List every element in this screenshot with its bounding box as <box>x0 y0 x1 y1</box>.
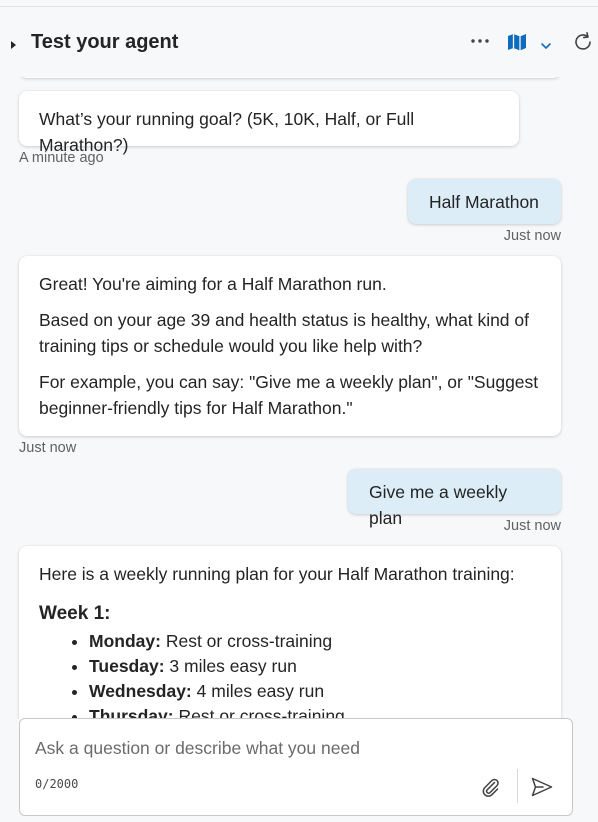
timestamp: Just now <box>19 440 77 456</box>
message-text: Give me a weekly plan <box>369 482 508 528</box>
message-paragraph: For example, you can say: "Give me a wee… <box>39 372 539 418</box>
plan-text: 3 miles easy run <box>169 656 297 676</box>
message-paragraph: Based on your age 39 and health status i… <box>39 310 529 356</box>
chevron-down-icon[interactable] <box>540 37 552 55</box>
header: Test your agent <box>0 7 598 77</box>
week-heading: Week 1: <box>39 603 111 624</box>
caret-right-icon[interactable] <box>10 37 17 55</box>
plan-day: Tuesday: <box>89 656 165 676</box>
message-text: What’s your running goal? (5K, 10K, Half… <box>39 109 415 155</box>
plan-list: Monday: Rest or cross-training Tuesday: … <box>39 629 541 719</box>
user-message: Give me a weekly plan <box>348 469 561 528</box>
bot-message: What’s your running goal? (5K, 10K, Half… <box>19 91 519 155</box>
message-composer[interactable]: Ask a question or describe what you need… <box>19 718 573 816</box>
message-input[interactable]: Ask a question or describe what you need <box>35 738 360 759</box>
message-paragraph: Great! You're aiming for a Half Marathon… <box>39 274 387 294</box>
message-text: Half Marathon <box>429 192 539 212</box>
chat-transcript[interactable]: What’s your running goal? (5K, 10K, Half… <box>0 77 598 719</box>
refresh-icon[interactable] <box>572 31 594 58</box>
plan-text: Rest or cross-training <box>165 631 333 651</box>
plan-item: Thursday: Rest or cross-training <box>89 704 541 719</box>
message-intro: Here is a weekly running plan for your H… <box>39 564 515 584</box>
timestamp: Just now <box>503 228 561 244</box>
page-title: Test your agent <box>31 31 179 53</box>
plan-item: Tuesday: 3 miles easy run <box>89 654 541 679</box>
map-icon[interactable] <box>506 31 528 53</box>
timestamp: Just now <box>503 518 561 534</box>
bot-message: Here is a weekly running plan for your H… <box>19 546 561 719</box>
character-counter: 0/2000 <box>35 777 79 791</box>
send-icon[interactable] <box>530 776 554 803</box>
paperclip-icon[interactable] <box>480 776 502 803</box>
plan-day: Wednesday: <box>89 681 192 701</box>
plan-day: Monday: <box>89 631 161 651</box>
previous-message-bubble <box>19 77 561 78</box>
plan-item: Wednesday: 4 miles easy run <box>89 679 541 704</box>
more-horizontal-icon[interactable] <box>468 29 492 53</box>
bot-message: Great! You're aiming for a Half Marathon… <box>19 256 561 436</box>
timestamp: A minute ago <box>19 150 104 166</box>
user-message: Half Marathon <box>408 179 561 224</box>
plan-item: Monday: Rest or cross-training <box>89 629 541 654</box>
composer-divider <box>517 769 518 803</box>
plan-text: 4 miles easy run <box>196 681 325 701</box>
